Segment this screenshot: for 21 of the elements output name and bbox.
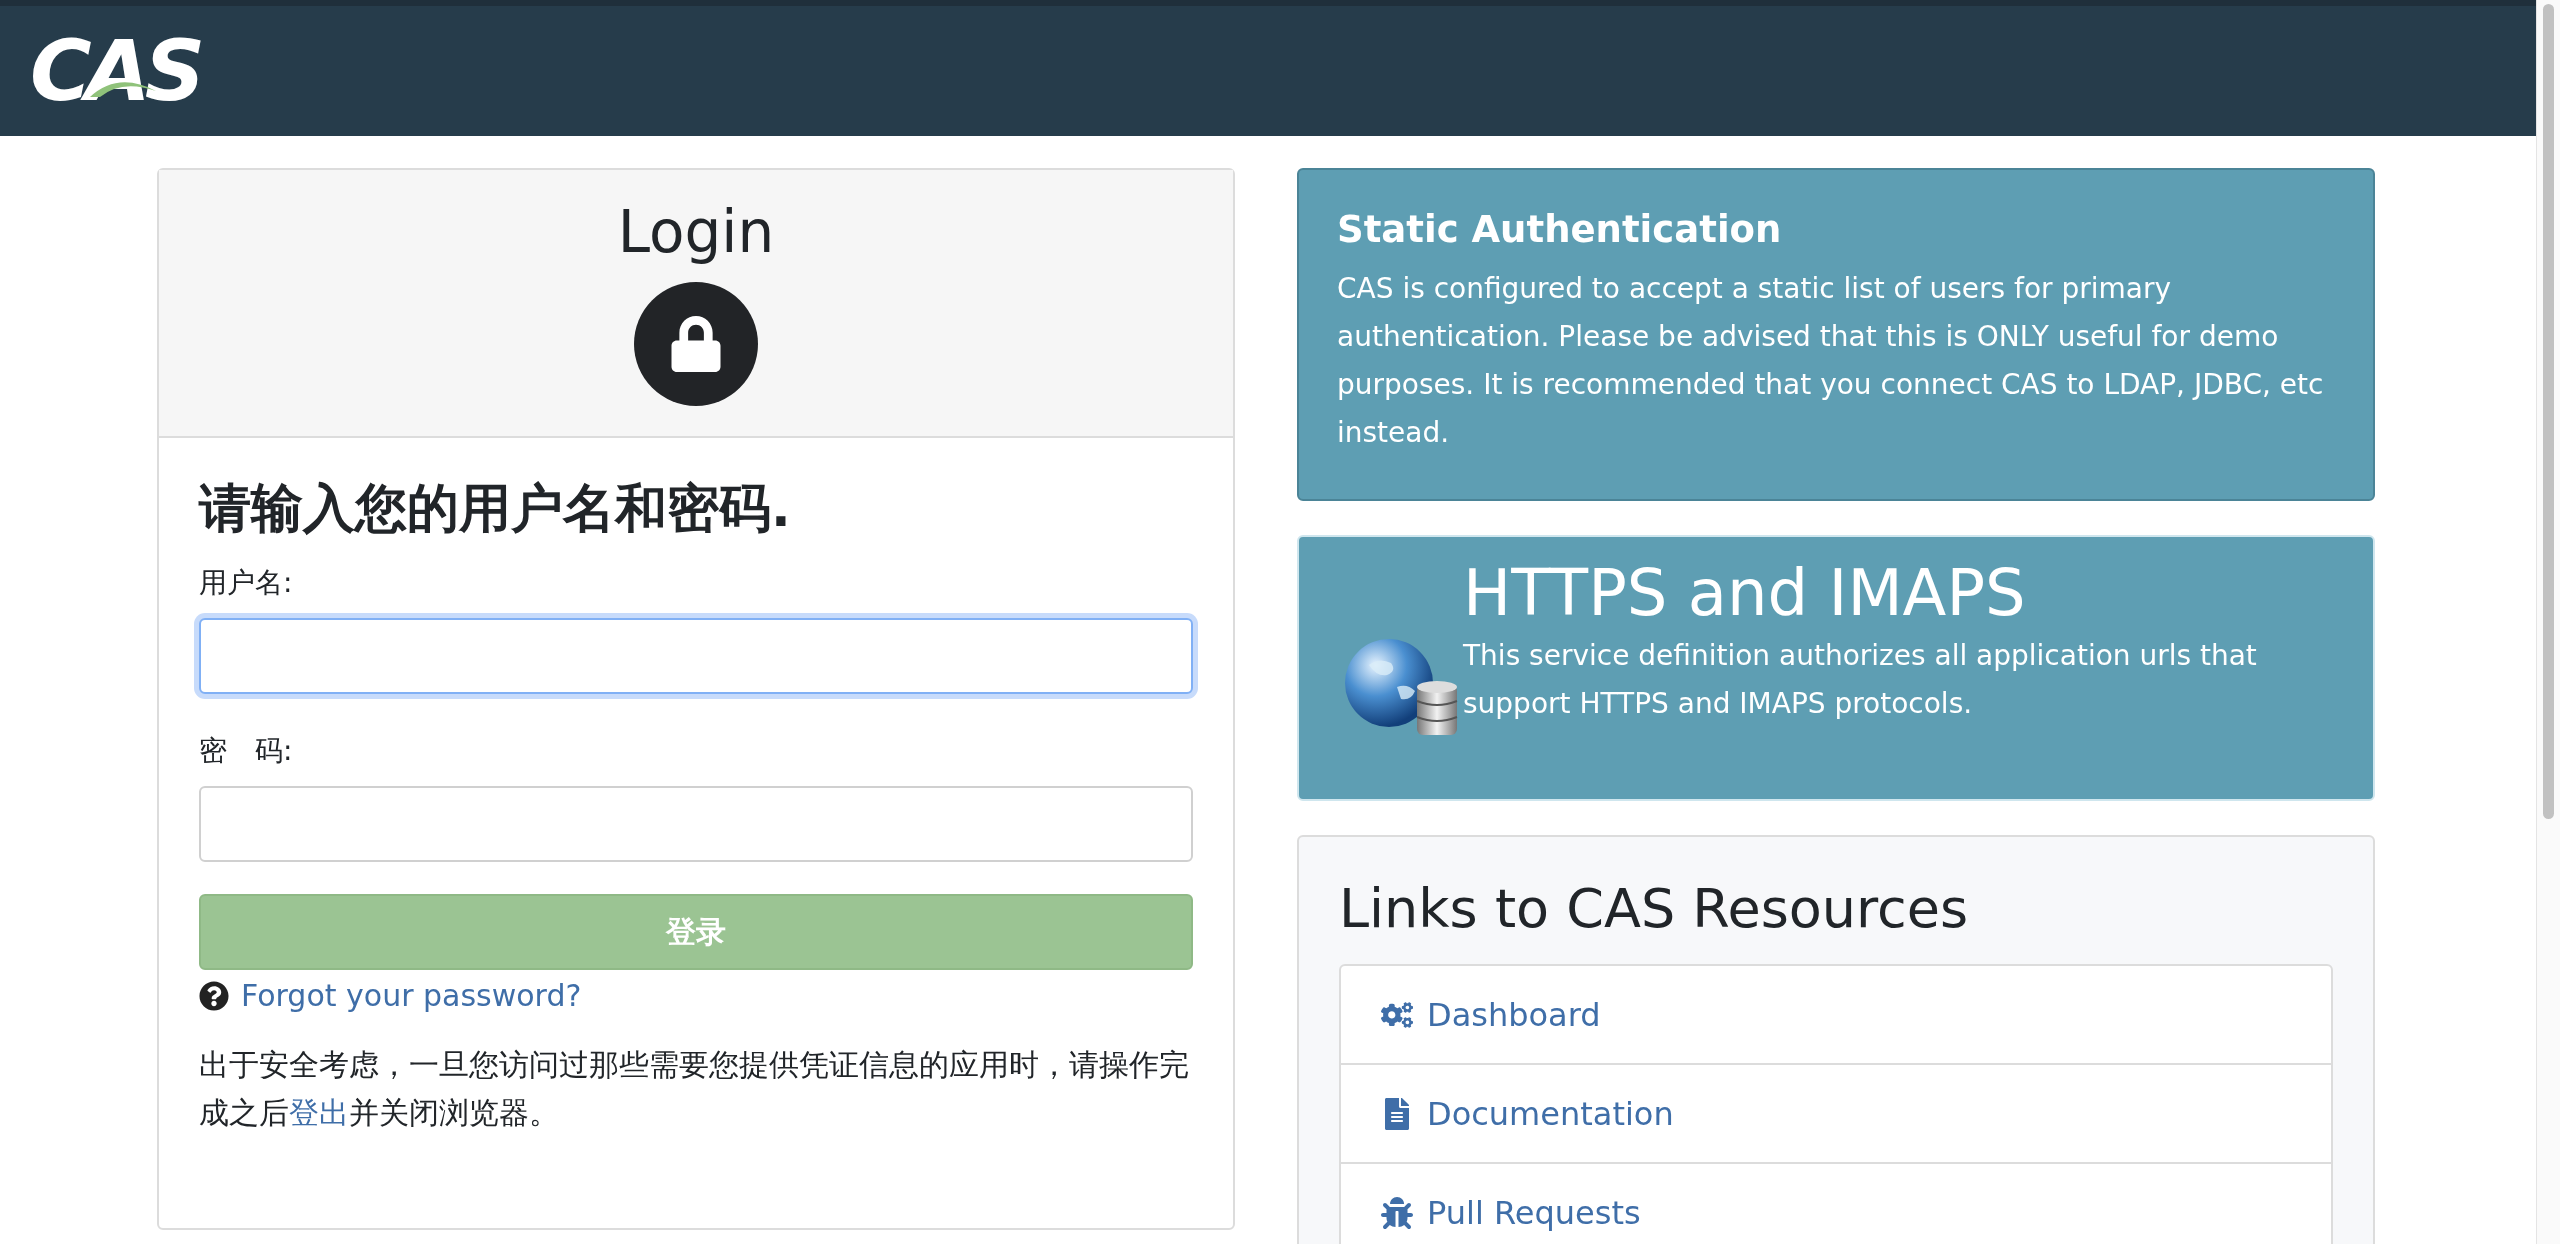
resource-link[interactable]: Documentation (1341, 1063, 2331, 1162)
input-field[interactable] (199, 786, 1193, 862)
service-title: HTTPS and IMAPS (1463, 555, 2027, 632)
logout-link[interactable]: 登出 (289, 1095, 349, 1130)
panel-text: CAS is configured to accept a static list of users for primary authentication. Please be advised that this is ONLY useful for demo purposes. It is recommended that you connect CAS to LDAP, JDBC, etc instead. (1337, 271, 2325, 451)
form-heading: 请输入您的用户名和密码. (199, 477, 792, 540)
field-label: 密 码: (199, 733, 294, 769)
resource-link[interactable]: Pull Requests (1341, 1162, 2331, 1244)
bug-icon (1381, 1196, 1413, 1229)
help-icon (199, 980, 229, 1011)
scrollbar[interactable] (2536, 0, 2560, 1244)
login-title: Login (617, 198, 775, 268)
resources-title: Links to CAS Resources (1339, 877, 1970, 940)
input-field[interactable] (199, 618, 1193, 694)
forgot-password-link[interactable]: Forgot your password? (241, 978, 582, 1013)
field-label: 用户名: (199, 565, 294, 601)
cas-logo: CAS (30, 29, 200, 113)
panel-title: Static Authentication (1337, 208, 1783, 251)
service-text: This service definition authorizes all application urls that support HTTPS and IMAPS protocols. (1463, 637, 2258, 722)
resource-link[interactable]: Dashboard (1341, 966, 2331, 1063)
security-notice: 出于安全考虑，一旦您访问过那些需要您提供凭证信息的应用时，请操作完成之后登出并关闭浏览器。 (199, 1046, 1190, 1132)
